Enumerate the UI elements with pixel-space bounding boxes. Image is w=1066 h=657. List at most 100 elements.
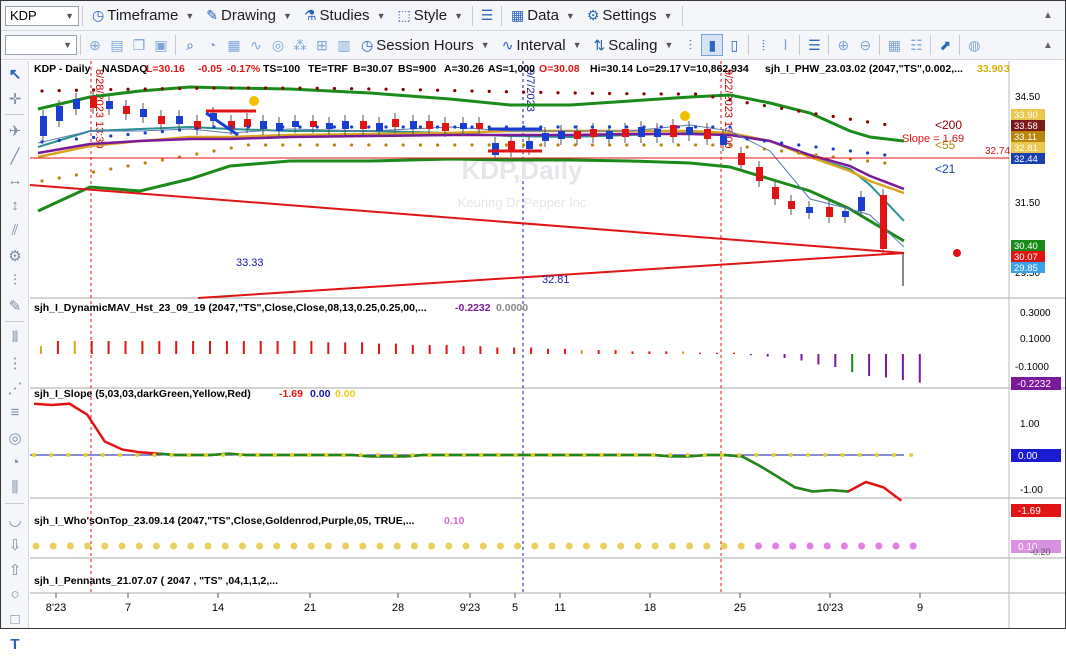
chart-area[interactable]: 8/28/2023 13:30 9/7/2023 9/22/2023 13:00…	[29, 61, 1065, 628]
fib-fan-icon[interactable]: ⋰	[1, 375, 29, 400]
slope-tick: -1.00	[1020, 485, 1043, 496]
pen-icon[interactable]: ✎	[1, 293, 29, 318]
channel-icon[interactable]: ⫽	[1, 218, 29, 243]
whos-dot	[789, 542, 797, 550]
dot-21	[728, 125, 732, 129]
volume-bars-icon[interactable]: ⦙	[752, 34, 774, 56]
table-icon[interactable]: ▣	[150, 34, 172, 56]
timer-icon[interactable]: ◔	[201, 34, 223, 56]
mav-bar	[766, 354, 769, 357]
settings-button[interactable]: ⚙ Settings ▼	[581, 4, 679, 28]
text-icon[interactable]: T	[1, 632, 29, 657]
dot-200	[74, 88, 78, 92]
fib-columns-icon[interactable]: ⦀	[1, 325, 29, 350]
dot-55	[57, 176, 61, 180]
dot-21	[659, 125, 663, 129]
molecule-icon[interactable]: ⁂	[289, 34, 311, 56]
candle	[426, 121, 433, 129]
dot-21	[814, 145, 818, 149]
slope-zero-dot	[221, 453, 226, 457]
arc-icon[interactable]: ◡	[1, 507, 29, 532]
zoom-out-icon[interactable]: ⊖	[854, 34, 876, 56]
fib-levels-icon[interactable]: ≡	[1, 400, 29, 425]
dot-55	[745, 145, 749, 149]
wrench-icon[interactable]: ✈	[1, 118, 29, 143]
gear-icon[interactable]: ⚙	[1, 243, 29, 268]
panels-icon[interactable]: ☰	[803, 34, 825, 56]
session-hours-button[interactable]: ◷ Session Hours ▼	[355, 33, 496, 57]
fib-time-icon[interactable]: ⫼	[1, 475, 29, 500]
add-chart-icon[interactable]: ⬈	[934, 34, 956, 56]
copy-icon[interactable]: ❐	[128, 34, 150, 56]
dot-55	[694, 143, 698, 147]
dot-55	[814, 153, 818, 157]
fib-circle-icon[interactable]: ◎	[1, 425, 29, 450]
timeframe-button[interactable]: ◷ Timeframe ▼	[86, 4, 200, 28]
slope-zero-dot	[634, 453, 638, 457]
volume-profile-icon[interactable]: ⦚	[774, 34, 796, 56]
symbol-input[interactable]: KDP ▼	[5, 5, 79, 26]
dot-55	[143, 161, 147, 165]
divider	[681, 5, 683, 26]
rectangle-icon[interactable]: □	[1, 607, 29, 632]
gauge-icon[interactable]: ◍	[963, 34, 985, 56]
dot-55	[126, 164, 130, 168]
grid-icon[interactable]: ⊞	[311, 34, 333, 56]
mav-bar	[614, 350, 617, 354]
data-button[interactable]: ▦ Data ▼	[505, 4, 581, 28]
calendar-icon[interactable]: ▦	[223, 34, 245, 56]
slope-zero-dot	[616, 453, 621, 457]
arrow-up-icon[interactable]: ⇧	[1, 557, 29, 582]
compass-icon[interactable]: ◎	[267, 34, 289, 56]
dot-200	[246, 86, 250, 90]
ohlc-bar-icon[interactable]: ⫶	[679, 34, 701, 56]
slope-zero-dot	[479, 453, 484, 457]
crosshair-icon[interactable]: ✛	[1, 86, 29, 111]
dot-200	[831, 114, 835, 119]
magnify-icon[interactable]: ⌕	[179, 34, 201, 56]
speed-lines-icon[interactable]: ⫶	[1, 268, 29, 293]
style-button[interactable]: ⬚ Style ▼	[391, 4, 469, 28]
mav-bar	[242, 341, 245, 354]
dot-200	[436, 88, 440, 92]
zoom-in-icon[interactable]: ⊕	[832, 34, 854, 56]
line-chart-icon[interactable]: ∿	[245, 34, 267, 56]
dot-55	[590, 143, 595, 147]
horizontal-line-icon[interactable]: ↔	[1, 168, 29, 193]
fib-retracement-icon[interactable]: ⋮	[1, 350, 29, 375]
slope-zero-dot	[874, 453, 879, 457]
list-icon[interactable]: ☷	[905, 34, 927, 56]
whos-dot	[152, 542, 160, 550]
slope-zero-dot	[238, 453, 243, 457]
hollow-candle-icon[interactable]: ▯	[723, 34, 745, 56]
cursor-icon[interactable]: ⊕	[84, 34, 106, 56]
arrow-down-icon[interactable]: ⇩	[1, 532, 29, 557]
ruler-icon[interactable]: ▥	[333, 34, 355, 56]
overflow-chevron-icon[interactable]: ▲	[1037, 34, 1059, 56]
trendline-icon[interactable]: ╱	[1, 143, 29, 168]
pointer-icon[interactable]: ↖	[1, 61, 29, 86]
dot-55	[264, 143, 268, 147]
candlestick-icon[interactable]: ▮	[701, 34, 724, 56]
vertical-line-icon[interactable]: ↕	[1, 193, 29, 218]
drawing-button[interactable]: ✎ Drawing ▼	[200, 4, 298, 28]
studies-button[interactable]: ⚗ Studies ▼	[298, 4, 392, 28]
mav-bar	[563, 348, 566, 354]
whos-dot	[445, 542, 453, 550]
interval-select[interactable]: ▼	[5, 35, 77, 55]
dot-55	[573, 143, 577, 147]
whos-dot	[582, 542, 590, 550]
dot-200	[332, 86, 336, 91]
scaling-button[interactable]: ⇅ Scaling ▼	[588, 33, 680, 57]
dot-21	[762, 139, 767, 143]
overflow-chevron-icon[interactable]: ▲	[1037, 5, 1059, 27]
dot-21	[573, 125, 577, 129]
ellipse-icon[interactable]: ○	[1, 582, 29, 607]
interval-button[interactable]: ∿ Interval ▼	[496, 33, 588, 57]
dot-200	[590, 91, 595, 95]
fib-arc-icon[interactable]: ◔	[1, 450, 29, 475]
layout-icon[interactable]: ☰	[476, 5, 498, 27]
bar-icon[interactable]: ▤	[106, 34, 128, 56]
grid-icon[interactable]: ▦	[883, 34, 905, 56]
slope-zero-dot	[530, 453, 535, 457]
